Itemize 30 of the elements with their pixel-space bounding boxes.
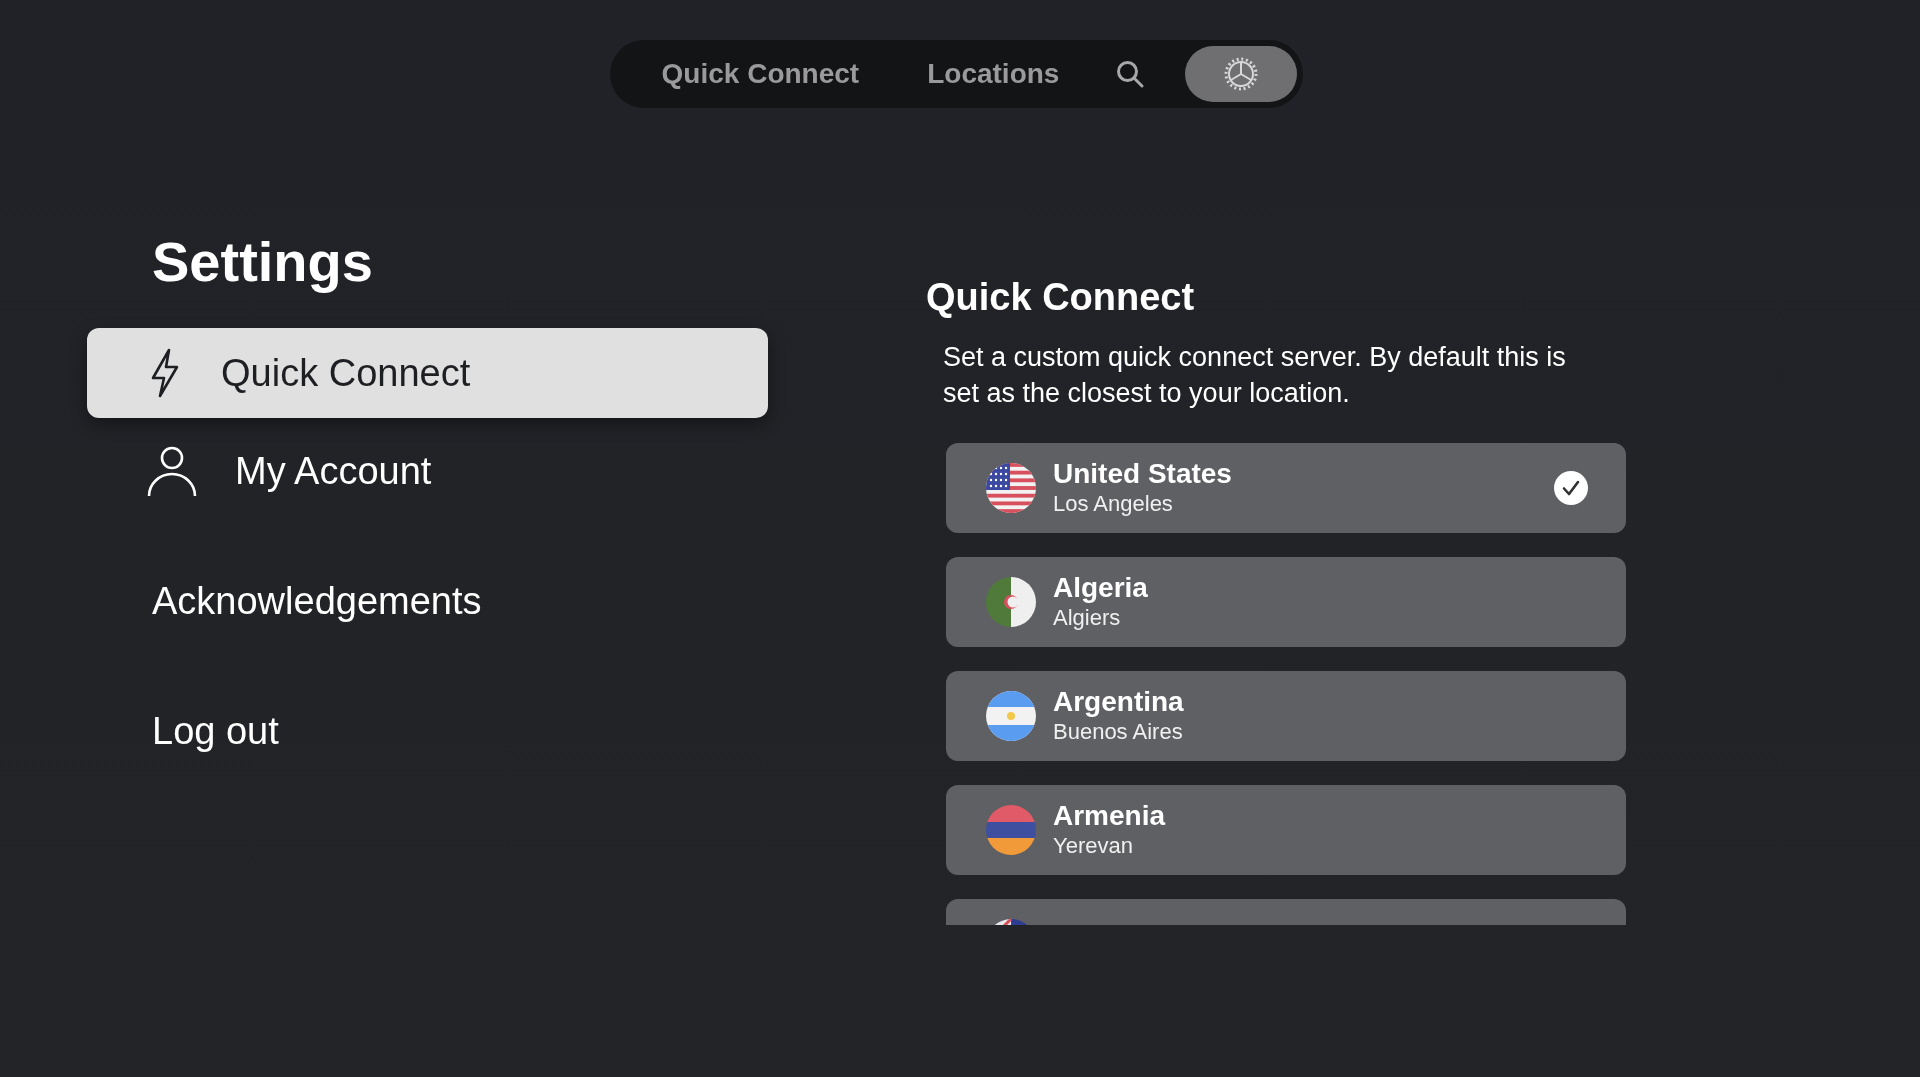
country-name: Argentina: [1053, 686, 1185, 718]
server-row[interactable]: Algeria Algiers: [946, 557, 1626, 647]
nav-tab[interactable]: Locations: [895, 46, 1092, 102]
settings-title: Settings: [152, 230, 374, 294]
description-text: Set a custom quick connect server. By default this is set as the closest to your location.: [943, 341, 1567, 410]
city-name: Los Angeles: [1053, 490, 1174, 518]
sidebar-item[interactable]: Acknowledgements: [87, 556, 768, 646]
checkmark-icon: [1554, 471, 1588, 505]
flag-icon: [986, 577, 1036, 627]
nav-tab[interactable]: Quick Connect: [629, 46, 892, 102]
section-title: Quick Connect: [926, 276, 1196, 319]
sidebar-item[interactable]: Quick Connect: [87, 328, 768, 418]
flag-icon: [986, 691, 1036, 741]
settings-icon: [1223, 56, 1260, 92]
settings-button[interactable]: [1185, 46, 1298, 102]
flag-icon: [986, 805, 1036, 855]
sidebar-item[interactable]: Log out: [87, 686, 768, 776]
server-row[interactable]: Argentina Buenos Aires: [946, 671, 1626, 761]
country-name: Armenia: [1053, 800, 1167, 832]
city-name: Buenos Aires: [1053, 718, 1184, 746]
city-name: Yerevan: [1053, 832, 1134, 860]
server-row[interactable]: United States Los Angeles: [946, 443, 1626, 533]
country-name: United States: [1053, 458, 1233, 490]
flag-icon: [986, 463, 1036, 513]
person-icon: [147, 445, 197, 497]
city-name: Algiers: [1053, 604, 1122, 632]
country-name: Algeria: [1053, 572, 1149, 604]
search-icon: [1115, 59, 1146, 89]
server-row[interactable]: Armenia Yerevan: [946, 785, 1626, 875]
sidebar-item[interactable]: My Account: [87, 426, 768, 516]
